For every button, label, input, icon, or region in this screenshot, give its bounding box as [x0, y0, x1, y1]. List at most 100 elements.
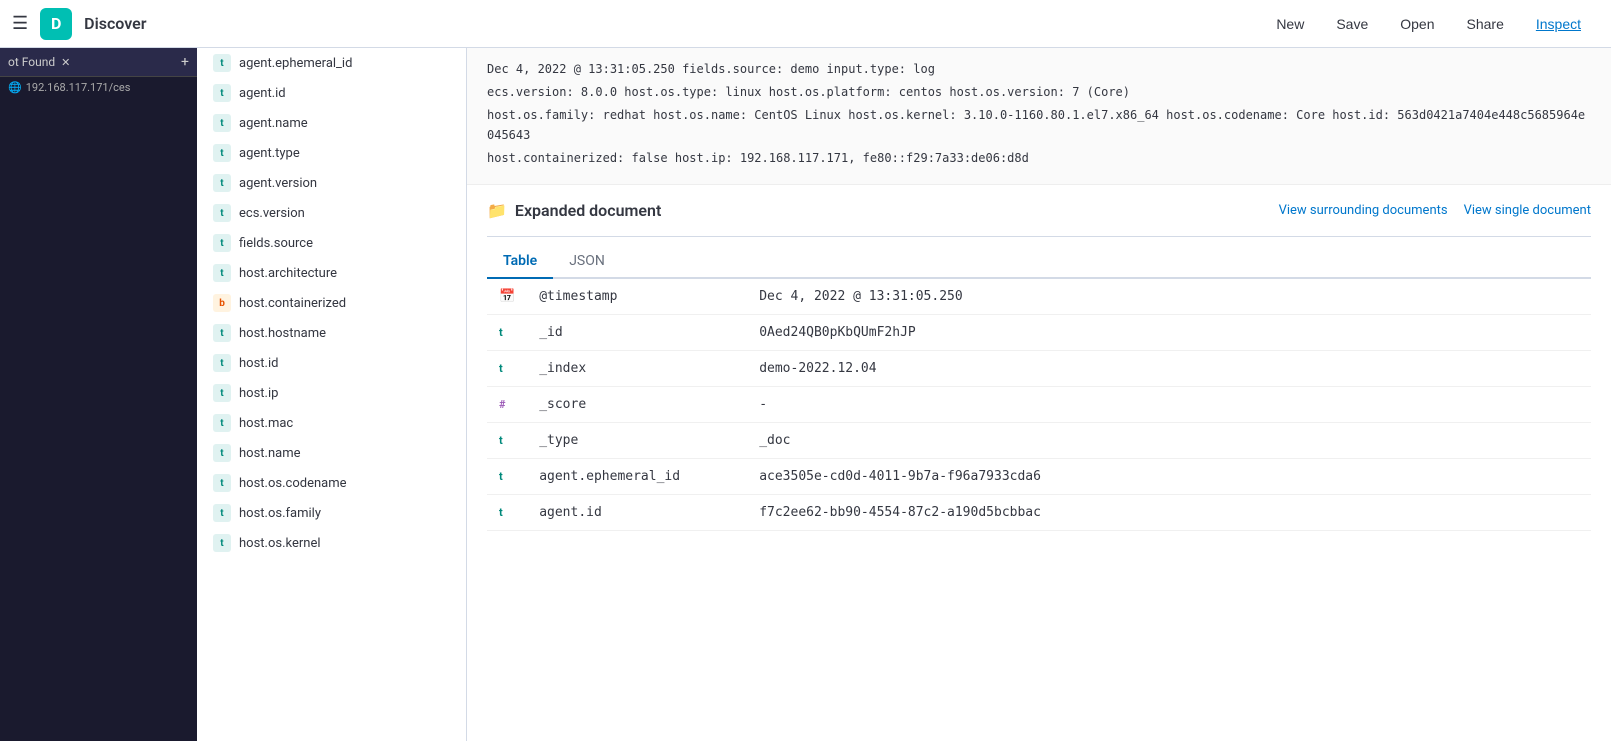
url-text: 192.168.117.171/ces	[26, 81, 131, 94]
new-button[interactable]: New	[1262, 10, 1318, 38]
sidebar-field-item[interactable]: t host.mac	[197, 408, 466, 438]
field-type-badge: t	[213, 114, 231, 132]
browser-panel: ot Found ✕ + 🌐 192.168.117.171/ces	[0, 48, 197, 741]
share-button[interactable]: Share	[1453, 10, 1518, 38]
sidebar-field-item[interactable]: tfields.source	[197, 228, 466, 258]
table-row: t _type _doc	[487, 422, 1591, 458]
expanded-title: 📁 Expanded document	[487, 201, 661, 220]
field-type-badge: t	[213, 444, 231, 462]
tab-table[interactable]: Table	[487, 245, 553, 279]
sidebar-field-item[interactable]: bhost.containerized	[197, 288, 466, 318]
tabs-row: Table JSON	[487, 245, 1591, 279]
app-logo: D	[40, 8, 72, 40]
field-type-badge: t	[213, 144, 231, 162]
field-type-badge: t	[213, 354, 231, 372]
row-icon: #	[487, 386, 527, 422]
field-type-badge: b	[213, 294, 231, 312]
field-name: ecs.version	[239, 206, 305, 221]
calendar-icon: 📅	[499, 289, 515, 304]
text-type-icon: t	[499, 470, 503, 483]
hamburger-menu-icon[interactable]: ☰	[12, 13, 28, 34]
field-type-badge: t	[213, 504, 231, 522]
field-name: agent.id	[239, 86, 286, 101]
sidebar-field-item[interactable]: tagent.version	[197, 168, 466, 198]
field-name: agent.type	[239, 146, 300, 161]
row-field: agent.ephemeral_id	[527, 458, 747, 494]
sidebar-field-item[interactable]: thost.name	[197, 438, 466, 468]
text-type-icon: t	[499, 434, 503, 447]
field-name: host.os.kernel	[239, 536, 321, 551]
field-type-badge: t	[213, 474, 231, 492]
field-type-badge: t	[213, 204, 231, 222]
close-icon[interactable]: ✕	[61, 56, 70, 69]
app-title: Discover	[84, 14, 146, 33]
field-name: host.os.codename	[239, 476, 347, 491]
view-surrounding-link[interactable]: View surrounding documents	[1279, 203, 1448, 218]
row-field: @timestamp	[527, 279, 747, 315]
row-field: _type	[527, 422, 747, 458]
sidebar-field-item[interactable]: t agent.type	[197, 138, 466, 168]
table-row: t agent.id f7c2ee62-bb90-4554-87c2-a190d…	[487, 494, 1591, 530]
row-value: f7c2ee62-bb90-4554-87c2-a190d5bcbbac	[747, 494, 1591, 530]
field-name: host.os.family	[239, 506, 321, 521]
field-type-badge: t	[213, 414, 231, 432]
hash-icon: #	[499, 398, 506, 411]
row-icon: t	[487, 350, 527, 386]
row-value: ace3505e-cd0d-4011-9b7a-f96a7933cda6	[747, 458, 1591, 494]
open-button[interactable]: Open	[1386, 10, 1448, 38]
field-type-badge: t	[213, 324, 231, 342]
text-type-icon: t	[499, 326, 503, 339]
sidebar-field-item[interactable]: t agent.ephemeral_id	[197, 48, 466, 78]
row-icon: t	[487, 422, 527, 458]
row-field: agent.id	[527, 494, 747, 530]
save-button[interactable]: Save	[1322, 10, 1382, 38]
expanded-actions: View surrounding documents View single d…	[1279, 203, 1591, 218]
sidebar-field-item[interactable]: t ecs.version	[197, 198, 466, 228]
sidebar-field-item[interactable]: t host.id	[197, 348, 466, 378]
sidebar-field-item[interactable]: thost.architecture	[197, 258, 466, 288]
sidebar-field-item[interactable]: t host.os.codename	[197, 468, 466, 498]
field-name: host.mac	[239, 416, 293, 431]
globe-icon: 🌐	[8, 81, 22, 94]
sidebar-field-item[interactable]: tagent.id	[197, 78, 466, 108]
tab-json[interactable]: JSON	[553, 245, 621, 279]
text-type-icon: t	[499, 506, 503, 519]
field-name: host.id	[239, 356, 278, 371]
new-tab-icon[interactable]: +	[181, 54, 189, 70]
table-row: # _score -	[487, 386, 1591, 422]
field-type-badge: t	[213, 54, 231, 72]
row-field: _id	[527, 314, 747, 350]
log-line-2: ecs.version: 8.0.0 host.os.type: linux h…	[487, 83, 1591, 102]
sidebar-field-item[interactable]: t host.os.kernel	[197, 528, 466, 558]
expanded-header: 📁 Expanded document View surrounding doc…	[487, 185, 1591, 237]
main-content: Dec 4, 2022 @ 13:31:05.250 fields.source…	[467, 48, 1611, 741]
text-type-icon: t	[499, 362, 503, 375]
main-layout: ot Found ✕ + 🌐 192.168.117.171/ces tagen…	[0, 48, 1611, 741]
sidebar-field-item[interactable]: t host.ip	[197, 378, 466, 408]
sidebar-field-item[interactable]: tagent.name	[197, 108, 466, 138]
field-type-badge: t	[213, 264, 231, 282]
folder-icon: 📁	[487, 201, 507, 220]
inspect-button[interactable]: Inspect	[1522, 10, 1595, 38]
row-value: _doc	[747, 422, 1591, 458]
document-table: 📅 @timestamp Dec 4, 2022 @ 13:31:05.250 …	[487, 279, 1591, 531]
table-row: t _id 0Aed24QB0pKbQUmF2hJP	[487, 314, 1591, 350]
field-name: fields.source	[239, 236, 313, 251]
view-single-link[interactable]: View single document	[1464, 203, 1591, 218]
row-icon: 📅	[487, 279, 527, 315]
topbar: ☰ D Discover New Save Open Share Inspect	[0, 0, 1611, 48]
expanded-title-text: Expanded document	[515, 201, 661, 220]
sidebar-field-item[interactable]: t host.hostname	[197, 318, 466, 348]
sidebar-field-item[interactable]: t host.os.family	[197, 498, 466, 528]
field-type-badge: t	[213, 534, 231, 552]
row-field: _index	[527, 350, 747, 386]
row-icon: t	[487, 494, 527, 530]
field-type-badge: t	[213, 384, 231, 402]
field-name: host.hostname	[239, 326, 326, 341]
log-line-4: host.containerized: false host.ip: 192.1…	[487, 149, 1591, 168]
browser-tab[interactable]: ot Found ✕ +	[0, 48, 197, 77]
fields-sidebar: tagent.ephemeral_idtagent.idtagent.namet…	[197, 48, 467, 741]
field-name: host.ip	[239, 386, 278, 401]
field-name: agent.ephemeral_id	[239, 56, 352, 71]
topbar-left: ☰ D Discover	[0, 8, 147, 40]
